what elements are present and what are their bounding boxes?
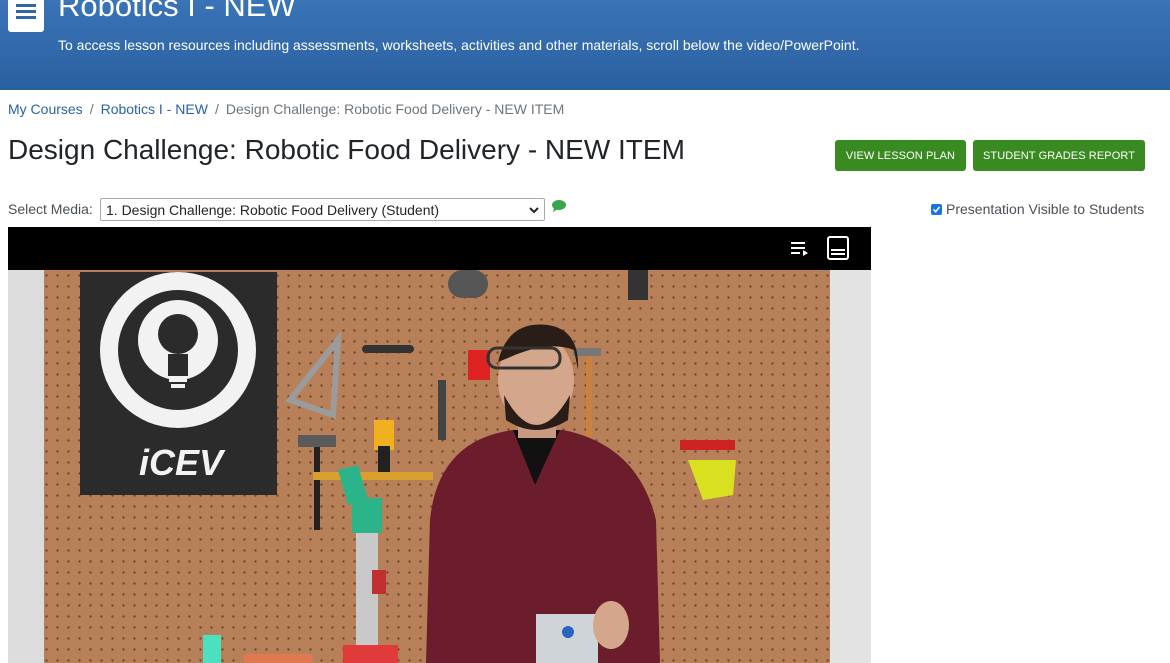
breadcrumb-course[interactable]: Robotics I - NEW (101, 101, 208, 117)
student-grades-report-button[interactable]: STUDENT GRADES REPORT (973, 140, 1145, 171)
select-media-dropdown[interactable]: 1. Design Challenge: Robotic Food Delive… (100, 198, 545, 221)
course-header-banner: Robotics I - NEW To access lesson resour… (0, 0, 1170, 90)
select-media-value: 1. Design Challenge: Robotic Food Delive… (106, 202, 440, 218)
course-title: Robotics I - NEW (58, 0, 296, 23)
breadcrumb-separator: / (89, 101, 94, 117)
video-frame: iCEV (8, 270, 871, 663)
view-lesson-plan-button[interactable]: VIEW LESSON PLAN (835, 140, 966, 171)
captions-panel-icon[interactable] (827, 236, 849, 265)
breadcrumb-separator: / (214, 101, 219, 117)
breadcrumb-my-courses[interactable]: My Courses (8, 101, 83, 117)
video-top-bar (8, 227, 871, 270)
video-player[interactable]: iCEV (8, 227, 871, 663)
breadcrumb: My Courses / Robotics I - NEW / Design Chall… (8, 101, 564, 117)
icev-logo: iCEV (80, 272, 277, 495)
page-title: Design Challenge: Robotic Food Delivery … (8, 134, 685, 165)
presentation-visible-label: Presentation Visible to Students (946, 201, 1145, 217)
icev-logo-text: iCEV (139, 442, 226, 483)
chevron-down-icon (528, 203, 540, 219)
playlist-icon[interactable] (790, 239, 810, 262)
select-media-label: Select Media: (8, 201, 93, 217)
chat-bubble-icon[interactable] (551, 199, 567, 218)
presentation-visible-checkbox[interactable]: Presentation Visible to Students (931, 201, 1144, 217)
course-instructions: To access lesson resources including ass… (58, 37, 860, 53)
document-icon (8, 0, 44, 32)
breadcrumb-current: Design Challenge: Robotic Food Delivery … (225, 101, 565, 117)
checkbox-checked-icon[interactable] (931, 204, 942, 215)
